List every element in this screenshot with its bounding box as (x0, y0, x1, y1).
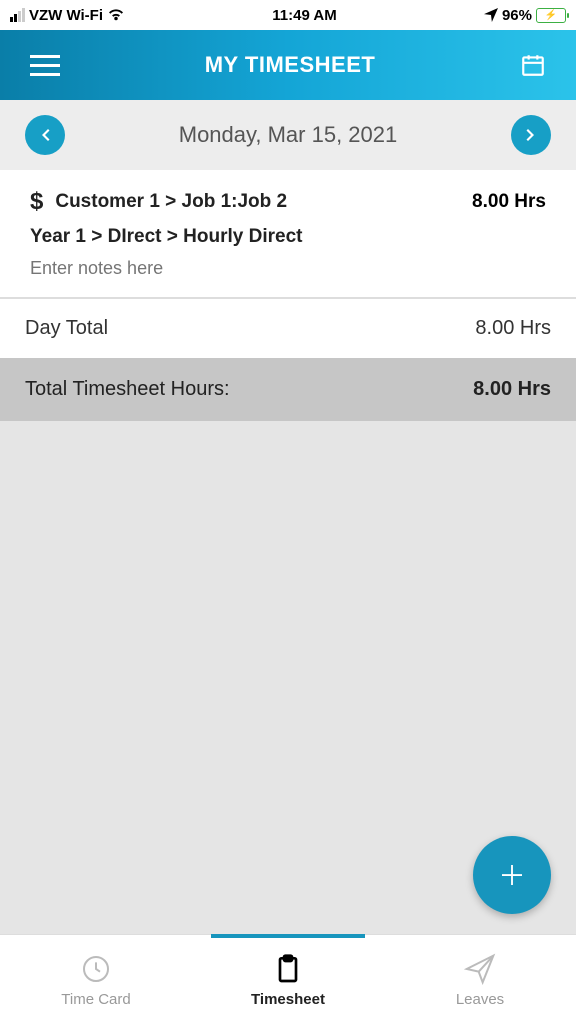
tab-timesheet[interactable]: Timesheet (192, 935, 384, 1024)
clock-icon (80, 953, 112, 985)
day-total-row: Day Total 8.00 Hrs (0, 298, 576, 358)
prev-day-button[interactable] (25, 115, 65, 155)
bottom-nav: Time Card Timesheet Leaves (0, 934, 576, 1024)
status-left: VZW Wi-Fi (10, 7, 125, 24)
page-title: MY TIMESHEET (205, 52, 376, 78)
signal-icon (10, 8, 25, 22)
time-entry-card[interactable]: $ Customer 1 > Job 1:Job 2 8.00 Hrs Year… (0, 170, 576, 298)
tab-timecard[interactable]: Time Card (0, 935, 192, 1024)
battery-label: 96% (502, 7, 532, 24)
date-navigator: Monday, Mar 15, 2021 (0, 100, 576, 170)
day-total-label: Day Total (25, 317, 108, 340)
location-icon (484, 8, 498, 22)
menu-button[interactable] (30, 55, 60, 76)
entry-notes-input[interactable] (30, 258, 546, 279)
entry-header-row: $ Customer 1 > Job 1:Job 2 8.00 Hrs (30, 188, 546, 216)
tab-timecard-label: Time Card (61, 991, 130, 1008)
tab-timesheet-label: Timesheet (251, 991, 325, 1008)
chevron-left-icon (37, 127, 53, 143)
status-right: 96% ⚡ (484, 7, 566, 24)
carrier-label: VZW Wi-Fi (29, 7, 103, 24)
timesheet-total-label: Total Timesheet Hours: (25, 378, 230, 401)
chevron-right-icon (523, 127, 539, 143)
tab-leaves[interactable]: Leaves (384, 935, 576, 1024)
tab-leaves-label: Leaves (456, 991, 504, 1008)
clipboard-icon (272, 953, 304, 985)
plus-icon (497, 860, 527, 890)
entry-path-primary: $ Customer 1 > Job 1:Job 2 (30, 188, 287, 216)
status-time: 11:49 AM (272, 7, 336, 24)
status-bar: VZW Wi-Fi 11:49 AM 96% ⚡ (0, 0, 576, 30)
timesheet-total-row: Total Timesheet Hours: 8.00 Hrs (0, 358, 576, 421)
app-header: MY TIMESHEET (0, 30, 576, 100)
calendar-icon[interactable] (520, 52, 546, 78)
entry-hours: 8.00 Hrs (472, 191, 546, 213)
entry-job-path: Customer 1 > Job 1:Job 2 (55, 191, 287, 213)
timesheet-total-value: 8.00 Hrs (473, 378, 551, 401)
add-entry-button[interactable] (473, 836, 551, 914)
content-spacer (0, 421, 576, 934)
paperplane-icon (464, 953, 496, 985)
wifi-icon (107, 8, 125, 22)
battery-icon: ⚡ (536, 8, 566, 23)
day-total-value: 8.00 Hrs (475, 317, 551, 340)
current-date: Monday, Mar 15, 2021 (179, 122, 398, 148)
dollar-icon: $ (30, 188, 43, 216)
next-day-button[interactable] (511, 115, 551, 155)
entry-category-path: Year 1 > DIrect > Hourly Direct (30, 226, 546, 248)
